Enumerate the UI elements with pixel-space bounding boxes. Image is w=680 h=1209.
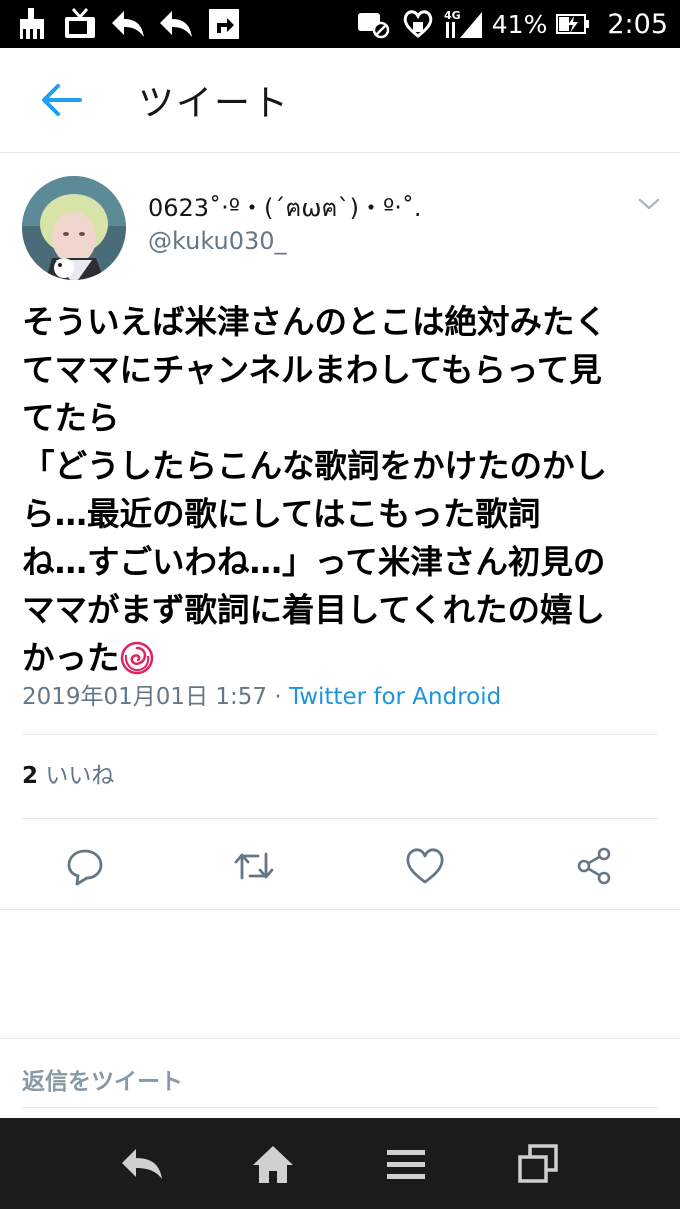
back-icon[interactable] — [114, 1138, 170, 1190]
battery-charging-icon — [555, 6, 591, 42]
retweet-icon[interactable] — [232, 844, 276, 888]
likes-label: いいね — [45, 763, 115, 789]
rose-icon — [120, 640, 154, 675]
likes-count[interactable]: 2 いいね — [22, 756, 114, 790]
tv-icon — [62, 6, 98, 42]
app-header: ツイート — [0, 48, 680, 153]
empty-area — [0, 909, 680, 1039]
reply-input[interactable]: 返信をツイート — [22, 1062, 183, 1096]
menu-icon[interactable] — [378, 1138, 434, 1190]
reply-arrow-icon — [110, 6, 146, 42]
chevron-down-icon[interactable] — [636, 194, 662, 214]
signal-icon: 4G — [444, 6, 484, 42]
heart-icon[interactable] — [403, 844, 447, 888]
back-arrow-icon[interactable] — [34, 78, 86, 122]
system-nav-bar — [0, 1118, 680, 1209]
svg-text:4G: 4G — [444, 9, 461, 22]
likes-number: 2 — [22, 763, 39, 789]
tweet-meta: 2019年01月01日 1:57 · Twitter for Android — [22, 677, 501, 711]
battery-percent: 41% — [491, 9, 548, 39]
reply-arrow-icon — [158, 6, 194, 42]
tweet-text: そういえば米津さんのとこは絶対みたく てママにチャンネルまわしてもらって見 てた… — [22, 298, 662, 682]
screen-name[interactable]: @kuku030_ — [148, 227, 287, 255]
status-bar: 4G 41% 2:05 — [0, 0, 680, 48]
timestamp: 2019年01月01日 1:57 — [22, 684, 268, 710]
no-sim-icon — [356, 6, 392, 42]
divider — [22, 818, 658, 819]
avatar[interactable] — [22, 176, 126, 280]
home-icon[interactable] — [245, 1138, 301, 1190]
display-name[interactable]: 0623˚‧º・(´ฅωฅ`)・º‧˚. — [148, 188, 422, 227]
broom-icon — [14, 6, 50, 42]
tweet-actions — [0, 830, 680, 900]
reply-underline — [22, 1107, 658, 1108]
clock: 2:05 — [607, 8, 668, 40]
source-link[interactable]: Twitter for Android — [289, 684, 501, 710]
share-icon[interactable] — [573, 844, 617, 888]
page-title: ツイート — [138, 83, 291, 124]
divider — [22, 734, 658, 735]
recent-apps-icon[interactable] — [510, 1138, 566, 1190]
tweet-text-body: そういえば米津さんのとこは絶対みたく てママにチャンネルまわしてもらって見 てた… — [22, 303, 608, 677]
heart-shield-icon — [400, 6, 436, 42]
share-box-icon — [206, 6, 242, 42]
reply-icon[interactable] — [63, 844, 107, 888]
meta-separator: · — [274, 684, 282, 710]
